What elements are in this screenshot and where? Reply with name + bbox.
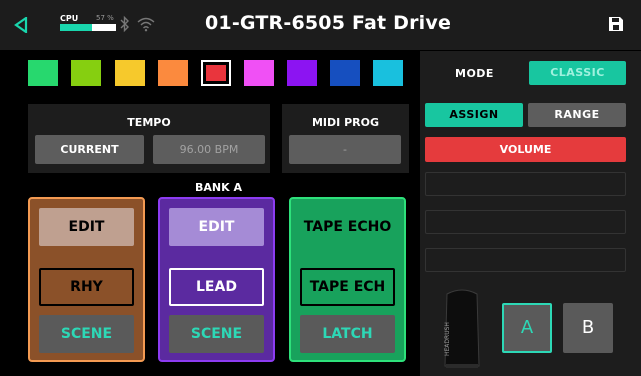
tab-assign[interactable]: ASSIGN — [425, 103, 523, 127]
tempo-panel: TEMPO CURRENT 96.00 BPM — [28, 104, 270, 173]
midi-prog-title: MIDI PROG — [311, 116, 379, 129]
swatch-fill — [206, 65, 226, 81]
color-swatch[interactable] — [115, 60, 145, 86]
footswitch-column-2: EDIT LEAD SCENE — [158, 197, 275, 362]
scene-button[interactable]: SCENE — [169, 315, 264, 353]
cpu-meter-fill — [60, 24, 92, 31]
bpm-field[interactable]: 96.00 BPM — [153, 135, 265, 164]
scene-button[interactable]: SCENE — [39, 315, 134, 353]
wifi-icon[interactable] — [137, 16, 155, 32]
top-bar: CPU 57 % 01-GTR-6505 Fat Drive — [0, 0, 641, 50]
cpu-percent: 57 % — [96, 14, 114, 22]
footswitch-lead[interactable]: LEAD — [169, 268, 264, 306]
tab-range[interactable]: RANGE — [528, 103, 626, 127]
pedal-a-button[interactable]: A — [502, 303, 552, 353]
color-swatch[interactable] — [287, 60, 317, 86]
edit-button[interactable]: EDIT — [169, 208, 264, 246]
empty-assign-slot[interactable] — [425, 248, 626, 272]
current-tempo-button[interactable]: CURRENT — [35, 135, 144, 164]
save-icon[interactable] — [608, 16, 624, 32]
bluetooth-icon[interactable] — [120, 15, 130, 33]
assigned-volume-slot[interactable]: VOLUME — [425, 137, 626, 162]
cpu-meter — [60, 24, 116, 31]
footswitch-column-1: EDIT RHY SCENE — [28, 197, 145, 362]
color-swatch-selected[interactable] — [201, 60, 231, 86]
color-swatch[interactable] — [330, 60, 360, 86]
color-swatch[interactable] — [244, 60, 274, 86]
tape-echo-label[interactable]: TAPE ECHO — [300, 208, 395, 246]
edit-button[interactable]: EDIT — [39, 208, 134, 246]
mode-label: MODE — [455, 67, 494, 80]
color-swatch[interactable] — [373, 60, 403, 86]
cpu-label: CPU — [60, 14, 79, 23]
footswitch-tape-echo[interactable]: TAPE ECH — [300, 268, 395, 306]
expression-pedal-icon: HEADRUSH — [444, 289, 480, 368]
pedal-brand-text: HEADRUSH — [444, 322, 451, 356]
mode-classic-button[interactable]: CLASSIC — [529, 61, 626, 85]
back-arrow-icon[interactable] — [14, 17, 28, 33]
midi-prog-field[interactable]: - — [289, 135, 401, 164]
footswitch-rhy[interactable]: RHY — [39, 268, 134, 306]
empty-assign-slot[interactable] — [425, 172, 626, 196]
preset-title[interactable]: 01-GTR-6505 Fat Drive — [205, 12, 451, 34]
pedal-b-button[interactable]: B — [563, 303, 613, 353]
color-swatch[interactable] — [71, 60, 101, 86]
tempo-title: TEMPO — [127, 116, 171, 129]
bank-label: BANK A — [195, 181, 242, 194]
color-swatch[interactable] — [28, 60, 58, 86]
footswitch-column-3: TAPE ECHO TAPE ECH LATCH — [289, 197, 406, 362]
midi-prog-panel: MIDI PROG - — [282, 104, 409, 173]
color-swatch[interactable] — [158, 60, 188, 86]
empty-assign-slot[interactable] — [425, 210, 626, 234]
latch-button[interactable]: LATCH — [300, 315, 395, 353]
